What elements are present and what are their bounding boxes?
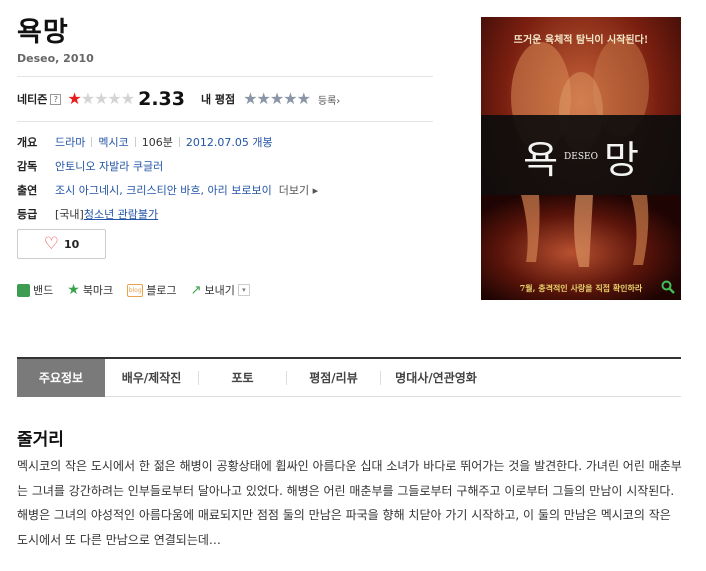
country-link[interactable]: 멕시코 [98, 134, 128, 150]
share-band-button[interactable]: 밴드 [17, 282, 53, 298]
overview-row: 개요 드라마 멕시코 106분 2012.07.05 개봉 [17, 130, 318, 154]
share-send-label: 보내기 [204, 284, 235, 297]
like-count: 10 [63, 237, 80, 251]
star-icon: ★ [120, 89, 136, 108]
movie-tabs: 주요정보 배우/제작진 포토 평점/리뷰 명대사/연관영화 [17, 357, 681, 397]
overview-label: 개요 [17, 136, 38, 149]
search-icon[interactable] [661, 280, 675, 294]
rating-row: 네티즌 ? ★ ★ ★ ★ ★ 2.33 내 평점 ★ ★ ★ ★ ★ 등록› [17, 86, 340, 112]
separator [134, 137, 136, 147]
blog-icon: blog [127, 283, 144, 297]
movie-subtitle: Deseo, 2010 [17, 52, 94, 65]
movie-info: 개요 드라마 멕시코 106분 2012.07.05 개봉 감독 안토니오 자발… [17, 130, 318, 226]
help-icon[interactable]: ? [50, 93, 62, 105]
star-icon[interactable]: ★ [257, 91, 271, 107]
chevron-down-icon[interactable]: ▾ [237, 284, 250, 296]
poster-tagline-top: 뜨거운 육체적 탐닉이 시작된다! [513, 35, 649, 46]
director-row: 감독 안토니오 자발라 쿠글러 [17, 154, 318, 178]
synopsis-title: 줄거리 [17, 430, 64, 450]
director-link[interactable]: 안토니오 자발라 쿠글러 [55, 158, 163, 174]
tab-photo[interactable]: 포토 [199, 359, 286, 397]
my-rating-label: 내 평점 [200, 93, 236, 106]
share-bookmark-button[interactable]: ★ 북마크 [67, 282, 113, 298]
poster-title: 욕 DESEO 망 [481, 129, 681, 184]
star-icon[interactable]: ★ [270, 91, 284, 107]
share-bookmark-label: 북마크 [82, 284, 114, 297]
grade-label: 등급 [17, 208, 38, 221]
poster-title-en: DESEO [564, 151, 598, 162]
share-band-label: 밴드 [33, 284, 54, 297]
bookmark-star-icon: ★ [67, 282, 80, 298]
netizen-stars: ★ ★ ★ ★ ★ [67, 89, 136, 108]
share-bar: 밴드 ★ 북마크 blog 블로그 ↗ 보내기 ▾ [17, 282, 264, 298]
cast-row: 출연 조시 아그네시, 크리스티안 바흐, 아리 보로보이 더보기 ▸ [17, 178, 318, 202]
heart-icon: ♡ [43, 233, 59, 254]
runtime: 106분 [141, 136, 173, 149]
share-blog-button[interactable]: blog 블로그 [127, 282, 177, 298]
star-icon[interactable]: ★ [243, 91, 257, 107]
register-rating-link[interactable]: 등록› [318, 92, 340, 107]
star-icon[interactable]: ★ [283, 91, 297, 107]
grade-prefix: [국내] [55, 208, 84, 221]
band-icon [17, 283, 30, 297]
release-date-link[interactable]: 2012.07.05 개봉 [186, 134, 273, 150]
movie-title: 욕망 [17, 17, 69, 48]
genre-link[interactable]: 드라마 [55, 134, 85, 150]
tab-main-info[interactable]: 주요정보 [17, 358, 105, 397]
cast-label: 출연 [17, 184, 38, 197]
star-icon: ★ [94, 89, 109, 108]
grade-row: 등급 [국내] 청소년 관람불가 [17, 202, 318, 226]
movie-poster[interactable]: 뜨거운 육체적 탐닉이 시작된다! 욕 DESEO 망 7월, 충격적인 사랑을… [481, 17, 681, 300]
star-icon: ★ [107, 89, 122, 108]
like-button[interactable]: ♡ 10 [17, 229, 106, 259]
share-blog-label: 블로그 [146, 284, 177, 297]
tab-quotes-related[interactable]: 명대사/연관영화 [381, 359, 491, 397]
tab-cast-crew[interactable]: 배우/제작진 [105, 359, 198, 397]
share-send-button[interactable]: ↗ 보내기 ▾ [191, 282, 250, 298]
separator [91, 137, 93, 147]
star-icon[interactable]: ★ [297, 91, 311, 107]
netizen-rating-label: 네티즌 [17, 93, 48, 106]
my-rating-stars[interactable]: ★ ★ ★ ★ ★ [243, 91, 311, 107]
star-icon: ★ [67, 89, 82, 108]
netizen-score: 2.33 [138, 88, 185, 110]
tab-reviews[interactable]: 평점/리뷰 [287, 359, 380, 397]
divider [17, 121, 433, 122]
divider [17, 76, 433, 77]
separator [178, 137, 180, 147]
poster-title-right: 망 [603, 138, 639, 182]
synopsis-text: 멕시코의 작은 도시에서 한 젊은 해병이 공황상태에 휩싸인 아름다운 십대 … [17, 459, 682, 547]
more-cast-link[interactable]: 더보기 ▸ [279, 182, 318, 198]
poster-tagline-bottom: 7월, 충격적인 사랑을 직접 확인하라 [519, 283, 643, 293]
poster-title-left: 욕 [523, 138, 559, 182]
cast-links[interactable]: 조시 아그네시, 크리스티안 바흐, 아리 보로보이 [55, 182, 272, 198]
star-icon: ★ [80, 89, 96, 108]
director-label: 감독 [17, 160, 38, 173]
send-icon: ↗ [190, 282, 202, 298]
grade-link[interactable]: 청소년 관람불가 [84, 206, 158, 222]
